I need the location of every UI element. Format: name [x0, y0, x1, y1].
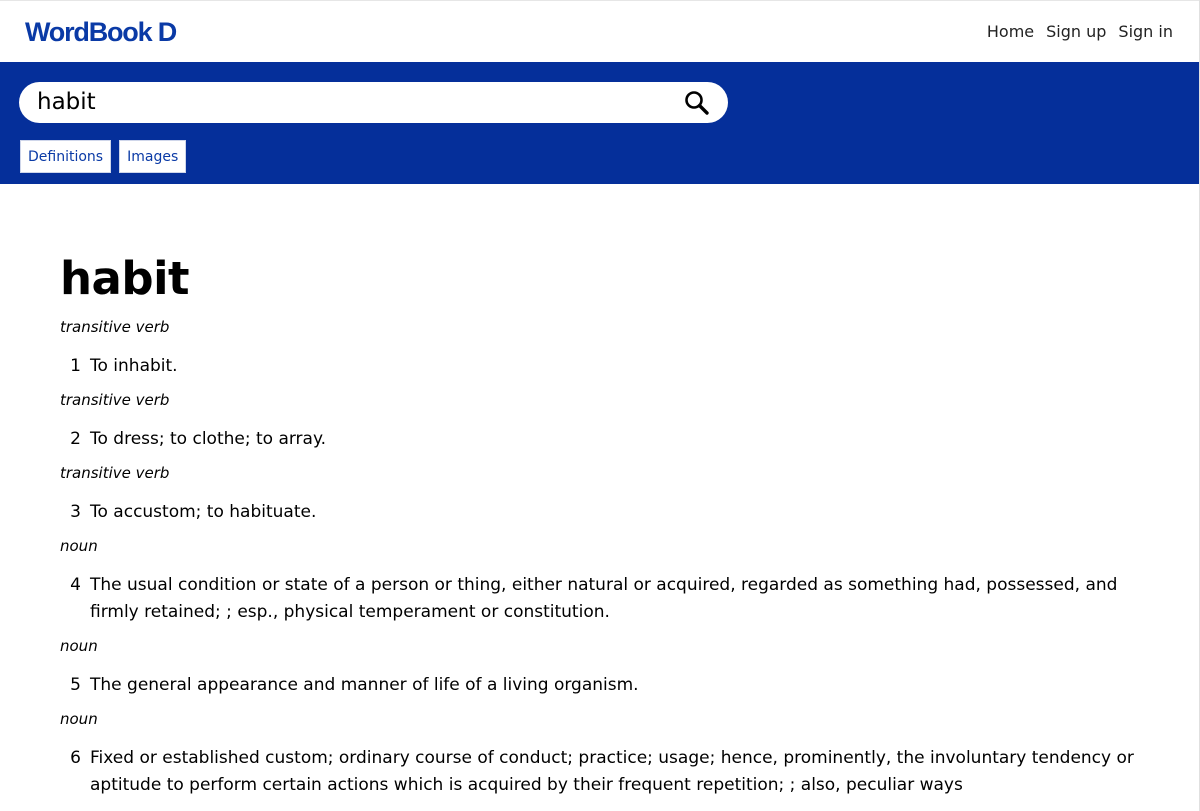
nav-home-link[interactable]: Home: [987, 21, 1034, 43]
tab-definitions[interactable]: Definitions: [20, 140, 112, 173]
definition: 5 The general appearance and manner of l…: [60, 672, 1140, 699]
sense-entry: noun 6 Fixed or established custom; ordi…: [60, 709, 1140, 799]
definition-text: The usual condition or state of a person…: [90, 575, 1118, 622]
part-of-speech: transitive verb: [60, 391, 170, 409]
definition-text: To dress; to clothe; to array.: [90, 429, 327, 449]
page: WordBook D Home Sign up Sign in Definiti…: [0, 0, 1200, 811]
definition-text: Fixed or established custom; ordinary co…: [90, 748, 1134, 795]
sense-entry: transitive verb 3 To accustom; to habitu…: [60, 463, 1140, 526]
sense-number: 4: [70, 575, 81, 595]
sense-number: 2: [70, 429, 81, 449]
definition: 6 Fixed or established custom; ordinary …: [60, 745, 1140, 799]
sense-number: 1: [70, 356, 81, 376]
search-button[interactable]: [682, 88, 712, 118]
top-nav: Home Sign up Sign in: [987, 21, 1173, 43]
part-of-speech: noun: [60, 710, 98, 728]
top-bar: WordBook D Home Sign up Sign in: [0, 0, 1199, 62]
sense-number: 6: [70, 748, 81, 768]
sense-entry: transitive verb 1 To inhabit.: [60, 317, 1140, 380]
search-tabs: Definitions Images: [20, 140, 187, 173]
sense-number: 5: [70, 675, 81, 695]
search-icon: [685, 91, 709, 115]
part-of-speech: noun: [60, 637, 98, 655]
tab-images[interactable]: Images: [119, 140, 187, 173]
part-of-speech: transitive verb: [60, 464, 170, 482]
sense-entry: noun 5 The general appearance and manner…: [60, 636, 1140, 699]
search-box: [19, 82, 728, 123]
definition: 4 The usual condition or state of a pers…: [60, 572, 1140, 626]
sense-entry: noun 4 The usual condition or state of a…: [60, 536, 1140, 626]
sense-number: 3: [70, 502, 81, 522]
part-of-speech: noun: [60, 537, 98, 555]
definition-text: To accustom; to habituate.: [90, 502, 317, 522]
part-of-speech: transitive verb: [60, 318, 170, 336]
headword: habit: [60, 252, 190, 305]
definition: 3 To accustom; to habituate.: [60, 499, 1140, 526]
definition-content: habit transitive verb 1 To inhabit. tran…: [60, 250, 1140, 799]
search-band: Definitions Images: [0, 62, 1199, 184]
definition: 1 To inhabit.: [60, 353, 1140, 380]
definition-text: The general appearance and manner of lif…: [90, 675, 639, 695]
search-input[interactable]: [37, 86, 657, 119]
site-logo[interactable]: WordBook D: [25, 15, 177, 49]
definition: 2 To dress; to clothe; to array.: [60, 426, 1140, 453]
definition-text: To inhabit.: [90, 356, 178, 376]
sense-entry: transitive verb 2 To dress; to clothe; t…: [60, 390, 1140, 453]
nav-sign-in-link[interactable]: Sign in: [1118, 21, 1173, 43]
nav-sign-up-link[interactable]: Sign up: [1046, 21, 1106, 43]
